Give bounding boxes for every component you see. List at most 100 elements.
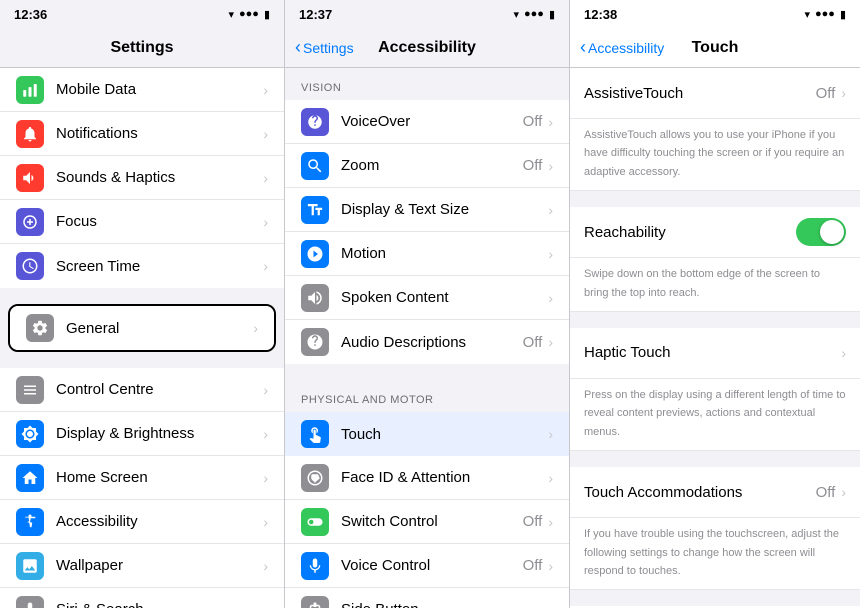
touch-detail-list[interactable]: AssistiveTouch Off › AssistiveTouch allo…	[570, 68, 860, 608]
back-chevron-icon-3: ‹	[580, 37, 586, 58]
chevron-icon: ›	[548, 426, 553, 442]
accessibility-nav-title: Accessibility	[378, 39, 476, 57]
sidebar-item-general[interactable]: General ›	[10, 306, 274, 350]
motion-icon	[301, 240, 329, 268]
chevron-icon: ›	[263, 602, 268, 608]
reachability-label: Reachability	[584, 224, 796, 241]
touch-item-haptic[interactable]: Haptic Touch ›	[570, 328, 860, 379]
chevron-icon: ›	[263, 382, 268, 398]
sidebar-item-mobile-data[interactable]: Mobile Data ›	[0, 68, 284, 112]
acc-item-face-id[interactable]: Face ID & Attention ›	[285, 456, 569, 500]
chevron-icon: ›	[263, 170, 268, 186]
sidebar-item-sounds[interactable]: Sounds & Haptics ›	[0, 156, 284, 200]
chevron-icon: ›	[548, 514, 553, 530]
touch-accommodations-value: Off	[816, 484, 836, 501]
acc-item-touch[interactable]: Touch ›	[285, 412, 569, 456]
status-bar-2: 12:37 ▾ ●●● ▮	[285, 0, 569, 28]
sidebar-item-screen-time[interactable]: Screen Time ›	[0, 244, 284, 288]
assistive-touch-value: Off	[816, 85, 836, 102]
back-button-2[interactable]: ‹ Settings	[295, 37, 354, 58]
siri-label: Siri & Search	[56, 601, 263, 608]
zoom-value: Off	[523, 157, 543, 174]
notifications-icon	[16, 120, 44, 148]
settings-title: Settings	[110, 39, 173, 57]
home-screen-icon	[16, 464, 44, 492]
touch-item-reachability[interactable]: Reachability	[570, 207, 860, 258]
siri-icon	[16, 596, 44, 608]
sidebar-item-accessibility[interactable]: Accessibility ›	[0, 500, 284, 544]
side-button-label: Side Button	[341, 601, 548, 608]
zoom-icon	[301, 152, 329, 180]
focus-icon	[16, 208, 44, 236]
panel-settings: 12:36 ▾ ●●● ▮ Settings Mobile Data › Not…	[0, 0, 285, 608]
status-bar-3: 12:38 ▾ ●●● ▮	[570, 0, 860, 28]
acc-item-audio-desc[interactable]: Audio Descriptions Off ›	[285, 320, 569, 364]
sidebar-item-focus[interactable]: Focus ›	[0, 200, 284, 244]
wifi-icon: ▾	[804, 8, 810, 21]
signal-icon: ●●●	[524, 8, 544, 20]
display-text-icon	[301, 196, 329, 224]
sidebar-item-control-centre[interactable]: Control Centre ›	[0, 368, 284, 412]
screen-time-label: Screen Time	[56, 258, 263, 275]
wallpaper-icon	[16, 552, 44, 580]
assistive-touch-desc: AssistiveTouch allows you to use your iP…	[584, 129, 844, 178]
display-text-label: Display & Text Size	[341, 201, 548, 218]
chevron-icon: ›	[263, 470, 268, 486]
touch-accommodations-desc: If you have trouble using the touchscree…	[584, 528, 839, 577]
chevron-icon: ›	[548, 602, 553, 608]
acc-item-spoken-content[interactable]: Spoken Content ›	[285, 276, 569, 320]
focus-label: Focus	[56, 213, 263, 230]
sidebar-item-display[interactable]: Display & Brightness ›	[0, 412, 284, 456]
control-centre-label: Control Centre	[56, 381, 263, 398]
switch-control-value: Off	[523, 513, 543, 530]
accessibility-list[interactable]: VISION VoiceOver Off › Zoom Off ›	[285, 68, 569, 608]
display-icon	[16, 420, 44, 448]
back-button-3[interactable]: ‹ Accessibility	[580, 37, 664, 58]
zoom-label: Zoom	[341, 157, 523, 174]
mobile-data-label: Mobile Data	[56, 81, 263, 98]
chevron-icon: ›	[263, 426, 268, 442]
status-icons-3: ▾ ●●● ▮	[804, 8, 846, 21]
sidebar-item-siri[interactable]: Siri & Search ›	[0, 588, 284, 608]
voice-control-label: Voice Control	[341, 557, 523, 574]
switch-control-icon	[301, 508, 329, 536]
nav-bar-3: ‹ Accessibility Touch	[570, 28, 860, 68]
general-icon	[26, 314, 54, 342]
back-label-3: Accessibility	[588, 40, 664, 56]
acc-item-switch-control[interactable]: Switch Control Off ›	[285, 500, 569, 544]
chevron-icon: ›	[841, 345, 846, 361]
sounds-icon	[16, 164, 44, 192]
battery-icon: ▮	[840, 8, 846, 21]
sounds-label: Sounds & Haptics	[56, 169, 263, 186]
home-screen-label: Home Screen	[56, 469, 263, 486]
spoken-content-icon	[301, 284, 329, 312]
acc-item-side-button[interactable]: Side Button ›	[285, 588, 569, 608]
touch-label: Touch	[341, 426, 548, 443]
audio-desc-icon	[301, 328, 329, 356]
touch-item-accommodations[interactable]: Touch Accommodations Off ›	[570, 467, 860, 518]
chevron-icon: ›	[263, 514, 268, 530]
sidebar-item-wallpaper[interactable]: Wallpaper ›	[0, 544, 284, 588]
control-centre-icon	[16, 376, 44, 404]
time-1: 12:36	[14, 7, 47, 22]
status-bar-1: 12:36 ▾ ●●● ▮	[0, 0, 284, 28]
sidebar-item-notifications[interactable]: Notifications ›	[0, 112, 284, 156]
acc-item-voice-control[interactable]: Voice Control Off ›	[285, 544, 569, 588]
chevron-icon: ›	[263, 126, 268, 142]
voiceover-icon	[301, 108, 329, 136]
switch-control-label: Switch Control	[341, 513, 523, 530]
chevron-icon: ›	[548, 470, 553, 486]
face-id-label: Face ID & Attention	[341, 469, 548, 486]
acc-item-motion[interactable]: Motion ›	[285, 232, 569, 276]
acc-item-display-text[interactable]: Display & Text Size ›	[285, 188, 569, 232]
sidebar-item-home-screen[interactable]: Home Screen ›	[0, 456, 284, 500]
acc-item-zoom[interactable]: Zoom Off ›	[285, 144, 569, 188]
chevron-icon: ›	[263, 214, 268, 230]
reachability-toggle[interactable]	[796, 218, 846, 246]
back-label-2: Settings	[303, 40, 354, 56]
accessibility-icon	[16, 508, 44, 536]
touch-item-assistive[interactable]: AssistiveTouch Off ›	[570, 68, 860, 119]
voiceover-value: Off	[523, 113, 543, 130]
settings-list-1[interactable]: Mobile Data › Notifications › Sounds & H…	[0, 68, 284, 608]
acc-item-voiceover[interactable]: VoiceOver Off ›	[285, 100, 569, 144]
